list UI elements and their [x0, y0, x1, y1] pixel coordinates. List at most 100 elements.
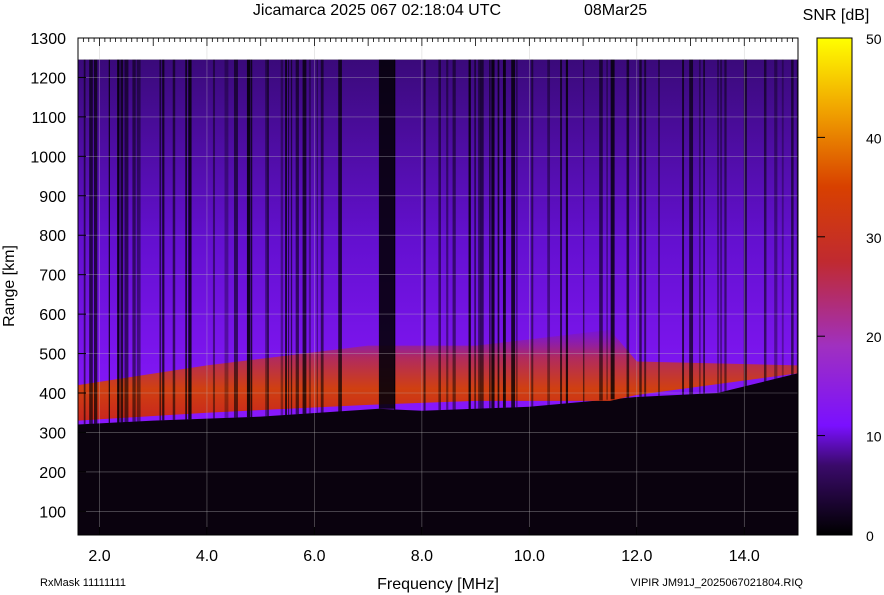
- interference-stripe: [689, 59, 694, 395]
- interference-stripe: [720, 59, 723, 393]
- chart-date: 08Mar25: [584, 2, 647, 19]
- interference-stripe: [172, 59, 176, 420]
- colorbar: [816, 37, 853, 536]
- y-tick-label: 1100: [32, 110, 67, 127]
- interference-stripe: [132, 59, 136, 422]
- interference-stripe: [285, 59, 287, 416]
- interference-stripe: [212, 59, 216, 419]
- interference-stripe: [491, 59, 495, 409]
- interference-stripe: [717, 59, 720, 394]
- y-tick-label: 200: [39, 465, 66, 482]
- snr-heatmap: [78, 38, 798, 535]
- interference-stripe: [599, 59, 603, 401]
- interference-stripe: [250, 59, 253, 418]
- interference-stripe: [120, 59, 124, 423]
- interference-stripe: [316, 59, 318, 413]
- interference-stripe: [639, 59, 642, 397]
- interference-stripe: [582, 59, 585, 402]
- rxmask-label: RxMask 11111111: [40, 577, 126, 589]
- interference-stripe: [511, 59, 516, 408]
- interference-stripe: [288, 59, 290, 415]
- interference-stripe: [478, 59, 481, 409]
- colorbar-tick-label: 10: [866, 429, 882, 445]
- y-tick-label: 100: [39, 504, 66, 521]
- interference-stripe: [502, 59, 506, 408]
- interference-stripe: [83, 59, 86, 425]
- interference-stripe: [185, 59, 187, 420]
- interference-stripe: [531, 59, 534, 407]
- y-tick-label: 400: [39, 386, 66, 403]
- interference-stripe: [626, 59, 630, 398]
- interference-stripe: [280, 59, 284, 416]
- interference-stripe: [320, 59, 324, 413]
- interference-stripe: [267, 59, 269, 417]
- interference-stripe: [295, 59, 299, 415]
- colorbar-tick-label: 30: [866, 230, 882, 246]
- x-tick-label: 6.0: [303, 548, 325, 565]
- y-tick-label: 500: [39, 347, 66, 364]
- interference-stripe: [497, 59, 500, 408]
- interference-stripe: [610, 59, 615, 400]
- chart-title: Jicamarca 2025 067 02:18:04 UTC: [253, 2, 501, 19]
- interference-stripe: [136, 59, 141, 422]
- interference-stripe: [516, 59, 518, 408]
- y-tick-label: 1300: [30, 31, 66, 48]
- interference-stripe: [763, 59, 767, 382]
- colorbar-tick-label: 20: [866, 329, 882, 345]
- interference-stripe: [781, 59, 784, 378]
- interference-stripe: [117, 59, 120, 423]
- interference-stripe: [246, 59, 251, 418]
- interference-stripe: [438, 59, 441, 411]
- interference-stripe: [606, 59, 608, 400]
- interference-stripe: [774, 59, 778, 380]
- colorbar-tick-label: 50: [866, 31, 882, 47]
- y-tick-label: 700: [39, 268, 66, 285]
- interference-stripe: [682, 59, 685, 395]
- colorbar-tick-label: 0: [866, 528, 874, 544]
- interference-stripe: [489, 59, 491, 409]
- interference-stripe: [89, 59, 93, 424]
- interference-stripe: [224, 59, 229, 418]
- interference-stripe: [703, 59, 705, 394]
- interference-stripe: [162, 59, 165, 421]
- interference-stripe: [290, 59, 293, 415]
- x-tick-label: 2.0: [88, 548, 110, 565]
- interference-stripe: [658, 59, 660, 396]
- interference-stripe: [791, 59, 794, 375]
- x-tick-label: 4.0: [196, 548, 218, 565]
- interference-stripe: [108, 59, 110, 423]
- y-axis-label: Range [km]: [1, 245, 18, 327]
- x-axis-label: Frequency [MHz]: [377, 576, 499, 593]
- y-tick-label: 800: [39, 228, 66, 245]
- y-tick-label: 600: [39, 307, 66, 324]
- y-tick-label: 900: [39, 189, 66, 206]
- interference-stripe: [308, 59, 311, 414]
- interference-stripe: [159, 59, 162, 421]
- x-tick-label: 14.0: [729, 548, 760, 565]
- colorbar-label: SNR [dB]: [803, 7, 870, 24]
- interference-stripe: [188, 59, 192, 420]
- x-tick-label: 8.0: [411, 548, 433, 565]
- interference-stripe: [560, 59, 563, 404]
- interference-stripe: [468, 59, 471, 410]
- interference-stripe: [302, 59, 307, 414]
- ionogram-chart: 2.0 4.0 6.0 8.0 10.0 12.0 14.0 100200300400500…: [1, 2, 882, 593]
- interference-stripe: [452, 59, 456, 410]
- interference-stripe: [338, 59, 342, 412]
- colorbar-tick-label: 40: [866, 130, 882, 146]
- x-tick-label: 10.0: [514, 548, 545, 565]
- interference-stripe: [644, 59, 647, 397]
- interference-stripe: [93, 59, 98, 424]
- interference-stripe: [233, 59, 238, 418]
- interference-stripe: [698, 59, 701, 394]
- interference-stripe: [446, 59, 449, 410]
- interference-stripe: [724, 59, 727, 392]
- interference-stripe: [480, 59, 484, 409]
- y-tick-label: 1200: [30, 70, 66, 87]
- interference-gap: [378, 59, 396, 409]
- interference-stripe: [474, 59, 476, 409]
- interference-stripe: [124, 59, 129, 423]
- file-label: VIPIR JM91J_2025067021804.RIQ: [631, 577, 804, 589]
- interference-stripe: [565, 59, 569, 404]
- x-tick-label: 12.0: [621, 548, 652, 565]
